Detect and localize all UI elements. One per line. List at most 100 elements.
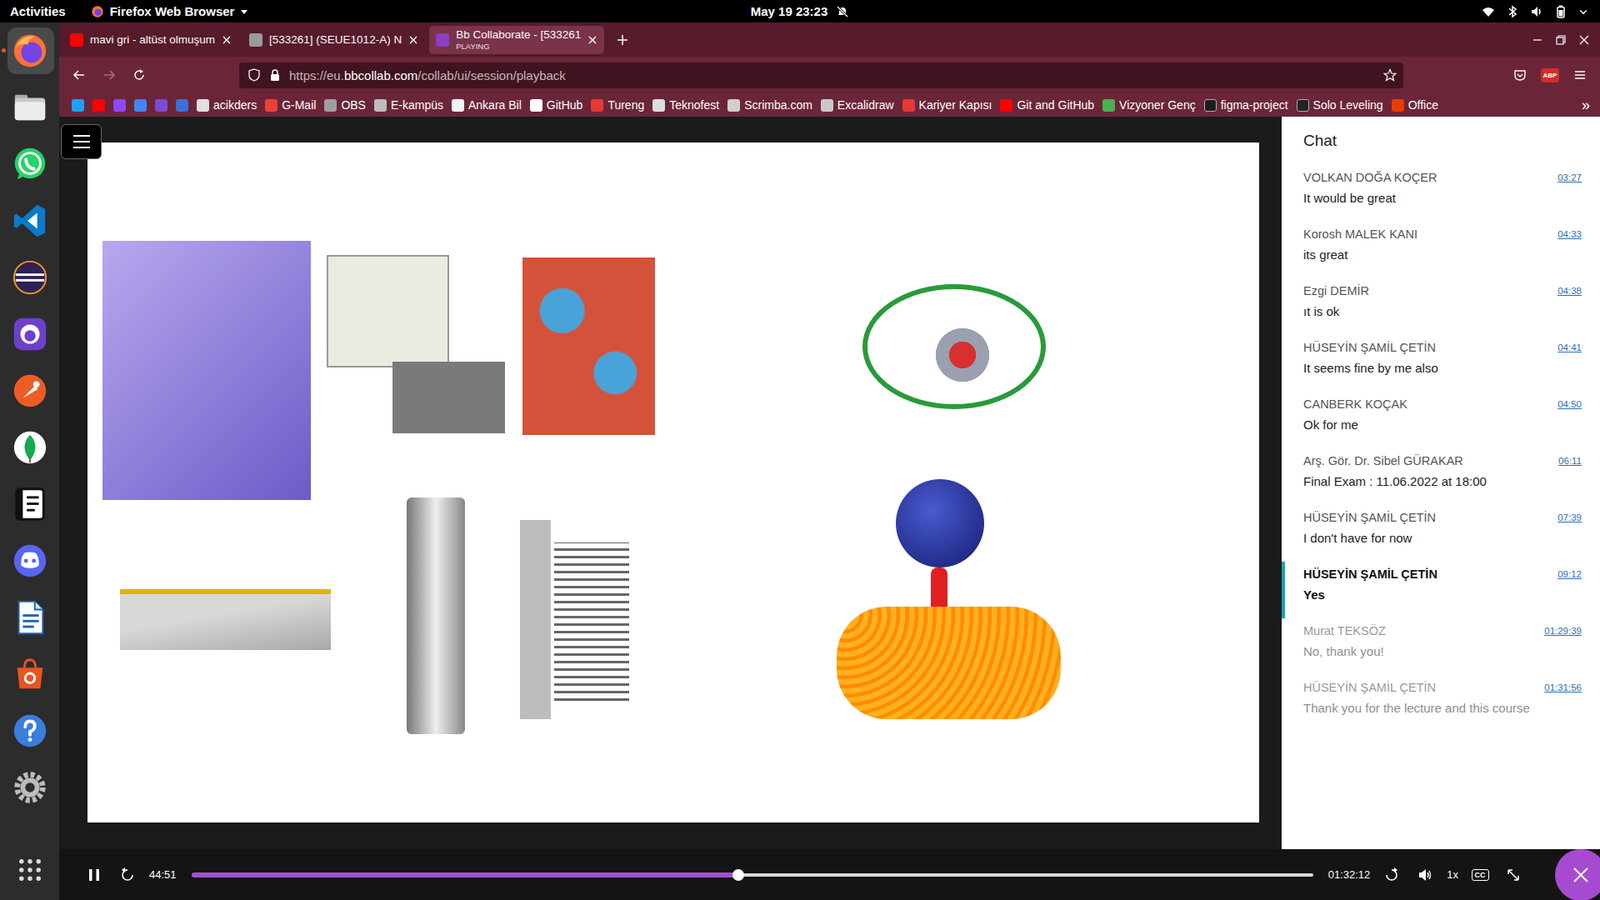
dock-item[interactable] <box>5 759 55 816</box>
bookmark-label[interactable]: Git and GitHub <box>1016 98 1095 112</box>
writer-icon[interactable] <box>10 598 50 637</box>
dock-item[interactable] <box>5 135 55 193</box>
message-time-link[interactable]: 09:12 <box>1557 569 1582 580</box>
bookmark[interactable]: acikders <box>192 98 261 112</box>
bookmark[interactable]: GitHub <box>525 98 588 112</box>
pocket-icon[interactable] <box>1513 68 1527 82</box>
help-icon[interactable] <box>10 711 50 750</box>
dock-item[interactable] <box>5 305 55 363</box>
message-time-link[interactable]: 01:31:56 <box>1544 682 1582 693</box>
bookmark[interactable] <box>88 99 110 112</box>
dock-item[interactable] <box>5 532 55 590</box>
wifi-icon[interactable] <box>1481 5 1495 19</box>
discord-icon[interactable] <box>10 541 50 580</box>
volume-button[interactable] <box>1413 863 1437 887</box>
bookmark-label[interactable]: Tureng <box>607 98 645 112</box>
bookmark[interactable]: figma-project <box>1200 98 1293 112</box>
menu-button[interactable] <box>1566 61 1594 89</box>
reload-icon[interactable] <box>132 68 146 82</box>
rewind-icon[interactable] <box>119 867 136 883</box>
dock-item[interactable] <box>5 22 55 80</box>
bookmark[interactable] <box>67 99 89 112</box>
bookmark[interactable]: Ankara Bil <box>447 98 526 112</box>
message-time-link[interactable]: 04:41 <box>1557 342 1582 353</box>
chat-message[interactable]: Ezgi DEMİR04:38ıt is ok <box>1281 278 1600 335</box>
message-time-link[interactable]: 04:33 <box>1557 229 1582 240</box>
close-icon[interactable] <box>221 35 232 45</box>
chat-message[interactable]: Arş. Gör. Dr. Sibel GÜRAKAR06:11Final Ex… <box>1281 448 1600 505</box>
adblock-button[interactable]: ABP <box>1536 61 1564 89</box>
message-time-link[interactable]: 01:29:39 <box>1544 625 1582 636</box>
chat-message[interactable]: HÜSEYİN ŞAMİL ÇETİN09:12Yes <box>1281 561 1600 619</box>
dock-item[interactable] <box>5 589 55 646</box>
app-menu[interactable]: Firefox Web Browser <box>90 4 250 19</box>
bookmark[interactable] <box>130 99 151 112</box>
bookmark[interactable]: Teknofest <box>648 98 724 112</box>
bookmark-label[interactable]: OBS <box>340 98 366 112</box>
browser-tab[interactable]: Bb Collaborate - [533261PLAYING <box>429 25 605 55</box>
volume-icon[interactable] <box>1530 5 1544 19</box>
expand-icon[interactable] <box>1506 868 1520 882</box>
menu-icon[interactable] <box>1573 68 1587 82</box>
firefox-icon[interactable] <box>10 31 50 70</box>
chat-message[interactable]: HÜSEYİN ŞAMİL ÇETİN04:41It seems fine by… <box>1281 335 1600 392</box>
notion-icon[interactable] <box>10 485 50 524</box>
dock-item[interactable] <box>5 249 55 306</box>
close-icon[interactable] <box>587 35 598 45</box>
window-close-icon[interactable] <box>1578 34 1590 46</box>
bookmark[interactable]: E-kampüs <box>370 98 448 112</box>
bookmark-label[interactable]: Kariyer Kapısı <box>919 98 993 112</box>
bookmark-label[interactable]: E-kampüs <box>390 98 444 112</box>
whatsapp-icon[interactable] <box>10 145 50 184</box>
message-time-link[interactable]: 06:11 <box>1558 455 1582 466</box>
clock-text[interactable]: May 19 23:23 <box>750 4 829 19</box>
dock-item[interactable] <box>5 645 55 703</box>
message-time-link[interactable]: 04:50 <box>1557 399 1582 410</box>
shield-icon[interactable] <box>247 68 261 82</box>
bookmark-label[interactable]: Scrimba.com <box>744 98 813 112</box>
bookmark-label[interactable]: Excalidraw <box>837 98 895 112</box>
speaker-icon[interactable] <box>1417 868 1433 882</box>
minimize-icon[interactable] <box>1531 34 1544 46</box>
settings-icon[interactable] <box>10 768 50 807</box>
forward-skip-button[interactable] <box>1380 863 1404 887</box>
bookmark[interactable]: Kariyer Kapısı <box>898 98 997 112</box>
new-tab-button[interactable] <box>616 34 629 46</box>
bookmark[interactable]: Office <box>1387 98 1443 112</box>
close-x-icon[interactable] <box>1571 865 1590 885</box>
github-icon[interactable] <box>10 315 50 354</box>
activities-button[interactable]: Activities <box>10 4 66 19</box>
bookmark-label[interactable]: acikders <box>213 98 257 112</box>
bookmark-label[interactable]: Teknofest <box>669 98 720 112</box>
postman-icon[interactable] <box>10 371 50 410</box>
arrow-right-icon[interactable] <box>102 68 116 82</box>
battery-icon[interactable] <box>1554 5 1568 19</box>
bookmark-label[interactable]: Solo Leveling <box>1313 98 1384 112</box>
message-time-link[interactable]: 07:39 <box>1557 512 1582 523</box>
plus-icon[interactable] <box>616 34 629 46</box>
adblock-badge[interactable]: ABP <box>1540 68 1560 83</box>
bookmark[interactable]: Tureng <box>586 98 649 112</box>
play-pause-button[interactable] <box>82 863 106 887</box>
arrow-left-icon[interactable] <box>72 68 86 82</box>
seek-track[interactable] <box>191 873 1314 877</box>
bookmark-label[interactable]: Office <box>1408 98 1439 112</box>
close-icon[interactable] <box>408 35 419 45</box>
bookmark-label[interactable]: GitHub <box>546 98 584 112</box>
forward-icon[interactable] <box>1383 867 1400 883</box>
captions-button[interactable]: CC <box>1468 863 1492 887</box>
dock-item[interactable] <box>5 79 55 136</box>
bookmark[interactable] <box>109 99 130 112</box>
hamburger-icon[interactable] <box>71 134 92 150</box>
bookmark-label[interactable]: Vizyoner Genç <box>1119 98 1196 112</box>
chat-message[interactable]: Murat TEKSÖZ01:29:39No, thank you! <box>1281 618 1600 675</box>
message-time-link[interactable]: 04:38 <box>1557 285 1582 296</box>
bluetooth-icon[interactable] <box>1505 5 1520 19</box>
bookmark[interactable]: Scrimba.com <box>723 98 817 112</box>
browser-tab[interactable]: [533261] (SEUE1012-A) N <box>242 25 425 55</box>
back-button[interactable] <box>65 61 93 89</box>
dock-item[interactable] <box>5 362 55 420</box>
seek-handle[interactable] <box>732 869 745 881</box>
lock-icon[interactable] <box>269 68 281 82</box>
dock-item[interactable] <box>5 702 55 760</box>
